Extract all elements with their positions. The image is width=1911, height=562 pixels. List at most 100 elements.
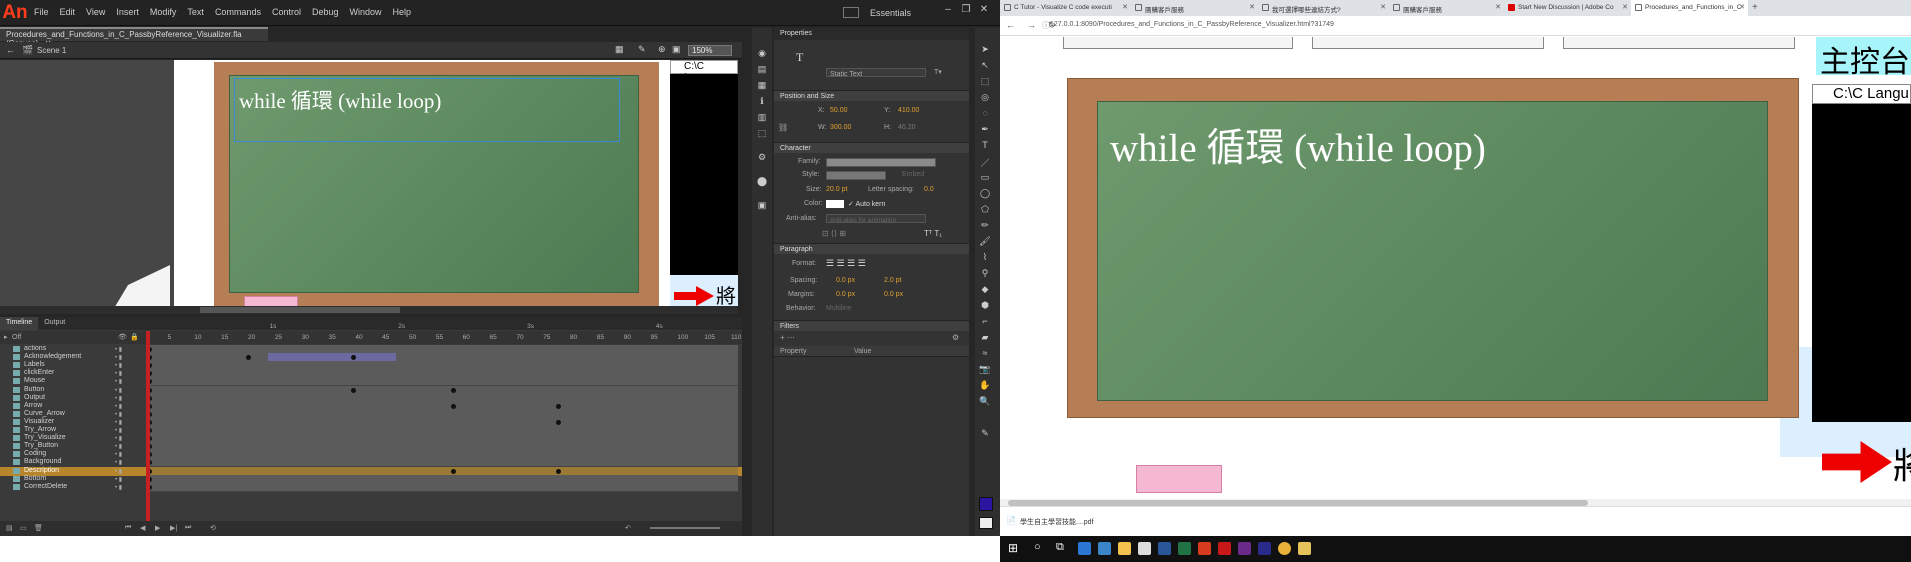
- layer-visibility-lock[interactable]: • ▮: [115, 443, 145, 450]
- ink-bottle-icon[interactable]: ⬢: [979, 300, 991, 310]
- edit-symbol-icon[interactable]: ✎: [638, 44, 646, 55]
- layer-visibility-lock[interactable]: • ▮: [115, 362, 145, 369]
- selection-tool-icon[interactable]: ➤: [979, 44, 991, 54]
- stroke-color-swatch[interactable]: [979, 497, 993, 511]
- layer-visibility-lock[interactable]: • ▮: [115, 378, 145, 385]
- search-icon[interactable]: ○: [1034, 541, 1041, 553]
- explorer-icon[interactable]: [1118, 542, 1131, 555]
- eyedropper-icon[interactable]: ⌐: [979, 316, 991, 326]
- paint-brush-icon[interactable]: ⌇: [979, 252, 991, 262]
- forward-icon[interactable]: →: [1027, 20, 1036, 31]
- keyframe[interactable]: [556, 468, 561, 474]
- layer-visibility-lock[interactable]: • ▮: [115, 435, 145, 442]
- store-icon[interactable]: [1098, 542, 1111, 555]
- undo-icon[interactable]: ↶: [625, 524, 631, 532]
- minimize-icon[interactable]: –: [940, 4, 956, 18]
- align-buttons[interactable]: ☰ ☰ ☰ ☰: [826, 258, 866, 269]
- motion-editor-icon[interactable]: ⚙: [756, 152, 768, 162]
- layer-visibility-lock[interactable]: • ▮: [115, 395, 145, 402]
- premiere-icon[interactable]: [1238, 542, 1251, 555]
- chrome-icon[interactable]: [1278, 542, 1291, 555]
- close-tab-icon[interactable]: ✕: [1739, 3, 1745, 11]
- text-color-swatch[interactable]: [826, 200, 844, 208]
- prev-frame-icon[interactable]: ◀: [140, 524, 145, 532]
- new-tab-icon[interactable]: +: [1752, 2, 1758, 13]
- spacing-indent[interactable]: 0.0 px: [836, 277, 855, 284]
- polystar-tool-icon[interactable]: ⬠: [979, 204, 991, 214]
- font-style-select[interactable]: [826, 171, 886, 180]
- layer-visibility-lock[interactable]: • ▮: [115, 484, 145, 491]
- auto-kern-checkbox[interactable]: ✓ Auto kern: [848, 200, 885, 208]
- layer-visibility-lock[interactable]: • ▮: [115, 459, 145, 466]
- layer-visibility-lock[interactable]: • ▮: [115, 387, 145, 394]
- stage-scrollbar[interactable]: [0, 306, 738, 314]
- maximize-icon[interactable]: ❐: [958, 4, 974, 18]
- eraser-tool-icon[interactable]: ▰: [979, 332, 991, 342]
- hand-tool-icon[interactable]: ✋: [979, 380, 991, 390]
- components-icon[interactable]: ▦: [756, 80, 768, 90]
- free-transform-icon[interactable]: ⬚: [979, 76, 991, 86]
- stage-scroll-thumb[interactable]: [200, 307, 400, 313]
- pen-tool-icon[interactable]: ✒: [979, 124, 991, 134]
- text-selection-box[interactable]: [234, 78, 620, 142]
- menu-insert[interactable]: Insert: [116, 7, 139, 17]
- stage-canvas[interactable]: while 循環 (while loop) C:\C Languag 將: [174, 60, 738, 306]
- tab-output[interactable]: Output: [38, 317, 71, 330]
- library-icon[interactable]: ▤: [756, 64, 768, 74]
- bone-tool-icon[interactable]: ⚲: [979, 268, 991, 278]
- page-button[interactable]: [1063, 37, 1293, 49]
- new-layer-icon[interactable]: ▤: [6, 524, 13, 532]
- timeline-zoom-slider[interactable]: [650, 527, 720, 529]
- paint-bucket-icon[interactable]: ◆: [979, 284, 991, 294]
- subselection-tool-icon[interactable]: ↖: [979, 60, 991, 70]
- layer-frames[interactable]: [146, 482, 738, 492]
- back-arrow-icon[interactable]: ←: [6, 45, 15, 55]
- menu-debug[interactable]: Debug: [312, 7, 339, 17]
- camera-tool-icon[interactable]: 📷: [979, 364, 991, 374]
- letter-spacing-value[interactable]: 0.0: [924, 186, 934, 193]
- stroke-color-icon[interactable]: ✎: [979, 428, 991, 438]
- 3d-rotation-icon[interactable]: ◎: [979, 92, 991, 102]
- page-button[interactable]: [1312, 37, 1544, 49]
- behavior-select[interactable]: Multiline: [826, 305, 852, 312]
- text-options-icons[interactable]: ⊡ ⟨⟩ ⊞: [822, 229, 846, 238]
- layer-visibility-lock[interactable]: • ▮: [115, 346, 145, 353]
- eye-icon[interactable]: 👁: [118, 333, 127, 341]
- browser-tab[interactable]: Start New Discussion | Adobe Co ✕: [1504, 0, 1631, 16]
- frame-ruler[interactable]: 1510152025303540455055606570758085909510…: [146, 323, 849, 344]
- y-value[interactable]: 410.00: [898, 107, 919, 114]
- section-character[interactable]: Character: [774, 142, 969, 153]
- back-icon[interactable]: ←: [1006, 20, 1015, 31]
- info-icon[interactable]: ⓘ: [1042, 20, 1050, 31]
- animate-app-icon[interactable]: [1198, 542, 1211, 555]
- close-tab-icon[interactable]: ✕: [1622, 3, 1628, 11]
- menu-modify[interactable]: Modify: [150, 7, 177, 17]
- playhead[interactable]: [146, 331, 150, 531]
- layer-visibility-lock[interactable]: • ▮: [115, 370, 145, 377]
- browser-tab[interactable]: 團購客戶服務 ✕: [1389, 0, 1504, 16]
- line-tool-icon[interactable]: ／: [979, 156, 991, 168]
- rectangle-tool-icon[interactable]: ▭: [979, 172, 991, 182]
- mail-icon[interactable]: [1138, 542, 1151, 555]
- menu-view[interactable]: View: [86, 7, 105, 17]
- w-value[interactable]: 300.00: [830, 124, 851, 131]
- workspace-switcher[interactable]: Essentials: [870, 8, 911, 18]
- browser-tab-active[interactable]: Procedures_and_Functions_in_C ✕: [1631, 0, 1748, 16]
- tab-timeline[interactable]: Timeline: [0, 317, 39, 330]
- filter-icon[interactable]: ▸: [4, 333, 8, 341]
- info-icon[interactable]: ℹ: [756, 96, 768, 106]
- timeline-layer[interactable]: CorrectDelete • ▮: [0, 482, 742, 492]
- center-stage-icon[interactable]: ⊕: [658, 44, 666, 55]
- layer-visibility-lock[interactable]: • ▮: [115, 354, 145, 361]
- menu-file[interactable]: File: [34, 7, 49, 17]
- delete-layer-icon[interactable]: 🗑: [34, 524, 43, 532]
- keyframe[interactable]: [451, 468, 456, 474]
- link-icon[interactable]: ⛓: [778, 123, 788, 132]
- text-tool-icon[interactable]: T: [979, 140, 991, 150]
- edit-scene-icon[interactable]: ▦: [615, 44, 624, 55]
- width-tool-icon[interactable]: ≈: [979, 348, 991, 358]
- close-tab-icon[interactable]: ✕: [1380, 3, 1386, 11]
- add-filter-icon[interactable]: + ⋯: [780, 333, 795, 342]
- browser-tab[interactable]: C Tutor - Visualize C code executi ✕: [1000, 0, 1131, 16]
- keyframe[interactable]: [246, 355, 251, 361]
